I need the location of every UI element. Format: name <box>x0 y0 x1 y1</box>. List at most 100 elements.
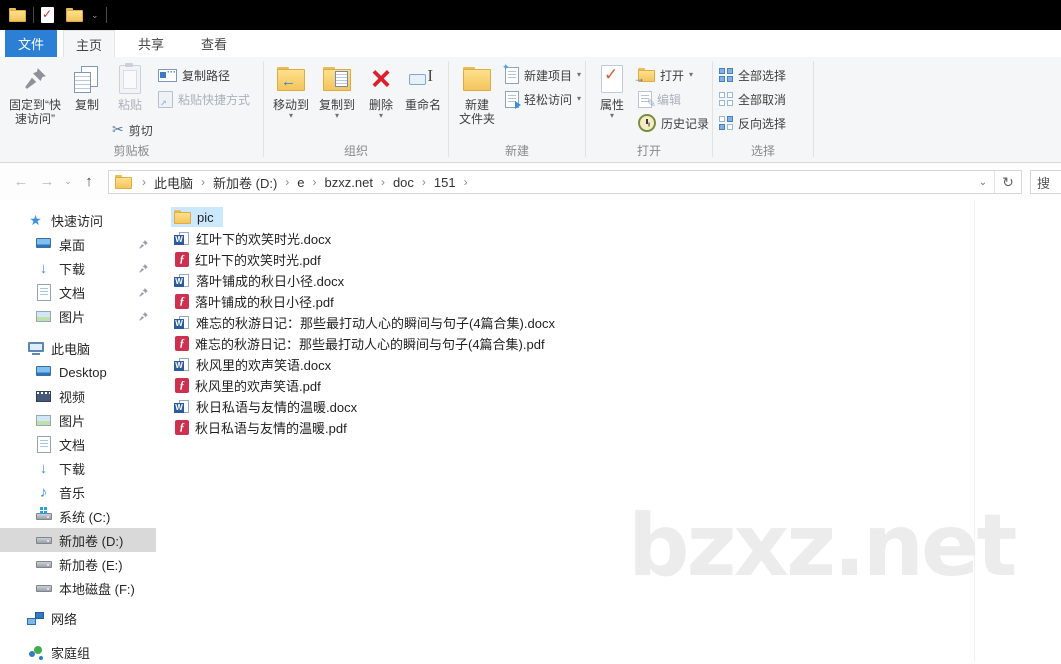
sidebar-item-drive-c[interactable]: 系统 (C:) <box>0 504 156 528</box>
search-input[interactable]: 搜 <box>1030 170 1061 194</box>
word-file-icon <box>174 231 190 247</box>
copy-button[interactable]: 复制 <box>66 63 108 112</box>
drive-icon <box>36 537 52 544</box>
sidebar-item-downloads[interactable]: 下载 <box>0 456 156 480</box>
address-dropdown-chevron[interactable]: ⌄ <box>972 177 994 188</box>
breadcrumb-doc[interactable]: doc <box>391 175 416 190</box>
titlebar-properties-check-icon[interactable]: ✓ <box>41 7 54 23</box>
select-none-icon <box>719 92 733 106</box>
cut-button[interactable]: 剪切 <box>112 120 153 140</box>
sidebar-item-music[interactable]: 音乐 <box>0 480 156 504</box>
ribbon: 固定到“快速访问” 复制 粘贴 剪切 复制路径 粘贴快捷方式 剪贴板 ← <box>0 57 1061 163</box>
title-bar: ✓ ⌄ <box>0 0 1061 30</box>
rename-button[interactable]: 重命名 <box>400 63 446 112</box>
titlebar-folder-icon[interactable] <box>66 8 83 22</box>
pin-icon <box>138 286 149 301</box>
list-item-file[interactable]: 难忘的秋游日记：那些最打动人心的瞬间与句子(4篇合集).pdf <box>156 333 545 354</box>
sidebar-item-drive-f[interactable]: 本地磁盘 (F:) <box>0 576 156 600</box>
sidebar-item-homegroup[interactable]: 家庭组 <box>0 640 156 664</box>
tab-home[interactable]: 主页 <box>63 30 115 57</box>
new-item-button[interactable]: 新建项目 ▾ <box>505 65 581 85</box>
navigation-bar: ← → ⌄ ↑ › 此电脑 › 新加卷 (D:) › e › bzxz.net … <box>0 163 1061 200</box>
list-item-folder-pic[interactable]: pic <box>171 207 223 227</box>
pin-to-quick-access-button[interactable]: 固定到“快速访问” <box>5 63 65 126</box>
ribbon-tab-row: 文件 主页 共享 查看 <box>0 30 1061 57</box>
delete-x-icon <box>371 63 391 95</box>
pin-icon <box>138 310 149 325</box>
easy-access-button[interactable]: 轻松访问 ▾ <box>505 89 581 109</box>
ribbon-group-new: 新建 文件夹 新建项目 ▾ 轻松访问 ▾ 新建 <box>449 57 585 162</box>
list-item-file[interactable]: 难忘的秋游日记：那些最打动人心的瞬间与句子(4篇合集).docx <box>156 312 555 333</box>
document-icon <box>37 284 51 301</box>
sidebar-item-videos[interactable]: 视频 <box>0 384 156 408</box>
copy-to-button[interactable]: 复制到 ▾ <box>314 63 360 120</box>
breadcrumb-this-pc[interactable]: 此电脑 <box>152 173 195 192</box>
sidebar-item-documents[interactable]: 文档 <box>0 432 156 456</box>
sidebar-item-drive-d[interactable]: 新加卷 (D:) <box>0 528 156 552</box>
system-drive-icon <box>36 513 52 520</box>
new-folder-icon <box>463 63 491 95</box>
document-icon <box>37 436 51 453</box>
paste-shortcut-button[interactable]: 粘贴快捷方式 <box>158 89 250 109</box>
breadcrumb-bzxz-net[interactable]: bzxz.net <box>323 175 375 190</box>
list-item-file[interactable]: 落叶铺成的秋日小径.pdf <box>156 291 334 312</box>
paste-button[interactable]: 粘贴 <box>110 63 150 112</box>
pin-icon <box>22 63 48 95</box>
tab-view[interactable]: 查看 <box>188 30 240 57</box>
edit-pencil-icon <box>638 91 652 108</box>
open-button[interactable]: → 打开 ▾ <box>638 65 693 85</box>
word-file-icon <box>174 399 190 415</box>
list-item-file[interactable]: 秋风里的欢声笑语.docx <box>156 354 331 375</box>
invert-selection-button[interactable]: 反向选择 <box>719 113 786 133</box>
tab-share[interactable]: 共享 <box>125 30 177 57</box>
refresh-icon[interactable]: ↻ <box>995 174 1021 191</box>
network-icon <box>27 612 44 625</box>
breadcrumb-151[interactable]: 151 <box>432 175 458 190</box>
move-to-icon: ← <box>277 63 305 95</box>
breadcrumb-drive-d[interactable]: 新加卷 (D:) <box>211 173 279 192</box>
edit-button[interactable]: 编辑 <box>638 89 681 109</box>
back-button[interactable]: ← <box>8 173 34 190</box>
select-all-button[interactable]: 全部选择 <box>719 65 786 85</box>
breadcrumb-e[interactable]: e <box>295 175 306 190</box>
list-item-file[interactable]: 秋日私语与友情的温暖.pdf <box>156 417 347 438</box>
sidebar-item-drive-e[interactable]: 新加卷 (E:) <box>0 552 156 576</box>
copy-pages-icon <box>74 63 100 95</box>
drive-icon <box>36 585 52 592</box>
new-folder-button[interactable]: 新建 文件夹 <box>455 63 499 126</box>
properties-button[interactable]: 属性 ▾ <box>594 63 630 120</box>
sidebar-item-documents-pinned[interactable]: 文档 <box>0 280 156 304</box>
list-item-file[interactable]: 秋日私语与友情的温暖.docx <box>156 396 357 417</box>
tab-file[interactable]: 文件 <box>5 30 57 57</box>
invert-selection-icon <box>719 116 733 130</box>
copy-path-button[interactable]: 复制路径 <box>158 65 230 85</box>
list-item-file[interactable]: 落叶铺成的秋日小径.docx <box>156 270 344 291</box>
recent-locations-chevron[interactable]: ⌄ <box>60 176 76 187</box>
pdf-file-icon <box>175 294 189 309</box>
sidebar-item-quick-access[interactable]: 快速访问 <box>0 208 156 232</box>
easy-access-icon <box>505 91 519 108</box>
sidebar-item-downloads-pinned[interactable]: 下载 <box>0 256 156 280</box>
sidebar-item-desktop-pinned[interactable]: 桌面 <box>0 232 156 256</box>
sidebar-item-this-pc[interactable]: 此电脑 <box>0 336 156 360</box>
sidebar-item-network[interactable]: 网络 <box>0 606 156 630</box>
list-item-file[interactable]: 秋风里的欢声笑语.pdf <box>156 375 321 396</box>
titlebar-dropdown-chevron-icon[interactable]: ⌄ <box>91 10 99 21</box>
sidebar-item-pictures[interactable]: 图片 <box>0 408 156 432</box>
forward-button[interactable]: → <box>34 173 60 190</box>
titlebar-folder-icon[interactable] <box>9 8 26 22</box>
history-button[interactable]: 历史记录 <box>638 113 709 133</box>
list-item-file[interactable]: 红叶下的欢笑时光.pdf <box>156 249 321 270</box>
select-none-button[interactable]: 全部取消 <box>719 89 786 109</box>
delete-button[interactable]: 删除 ▾ <box>362 63 400 120</box>
up-button[interactable]: ↑ <box>76 173 102 190</box>
list-item-file[interactable]: 红叶下的欢笑时光.docx <box>156 228 331 249</box>
move-to-button[interactable]: ← 移动到 ▾ <box>268 63 314 120</box>
folder-icon <box>174 210 191 224</box>
sidebar-item-pictures-pinned[interactable]: 图片 <box>0 304 156 328</box>
pin-icon <box>138 262 149 277</box>
sidebar-item-desktop[interactable]: Desktop <box>0 360 156 384</box>
copy-path-icon <box>158 69 177 82</box>
address-bar[interactable]: › 此电脑 › 新加卷 (D:) › e › bzxz.net › doc › … <box>108 170 1022 194</box>
picture-icon <box>36 415 51 426</box>
